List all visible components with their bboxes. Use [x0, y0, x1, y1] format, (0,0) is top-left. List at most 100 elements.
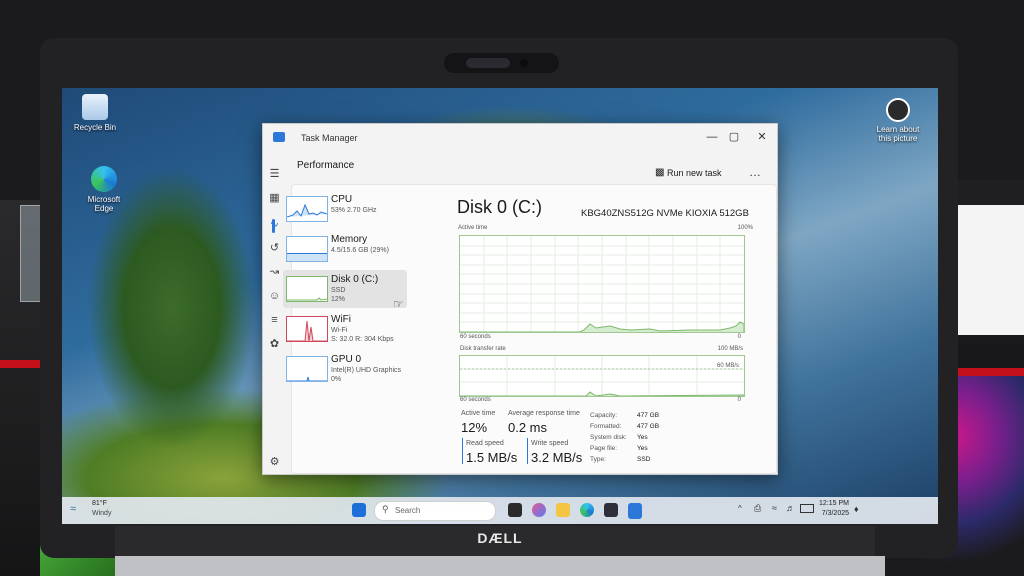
gpu-thumbnail-graph: [286, 356, 328, 382]
mouse-cursor: ☞: [393, 297, 404, 311]
resource-item-disk[interactable]: Disk 0 (C:) SSD 12%: [283, 270, 407, 308]
recycle-bin-icon: [82, 94, 108, 120]
properties-values: 477 GB 477 GB Yes Yes SSD: [637, 410, 659, 465]
resource-name: GPU 0: [331, 354, 362, 365]
webcam-shutter: [466, 58, 510, 68]
camera-icon: [886, 98, 910, 122]
stat-active-time-value: 12%: [461, 420, 488, 435]
edge-shortcut[interactable]: Microsoft Edge: [74, 166, 134, 213]
startup-apps-icon[interactable]: ↝: [268, 266, 281, 279]
recycle-bin-shortcut[interactable]: Recycle Bin: [65, 94, 125, 132]
wifi-icon[interactable]: ≈: [772, 503, 777, 513]
stat-read-value: 1.5 MB/s: [466, 450, 518, 465]
battery-icon[interactable]: [800, 504, 814, 513]
prop-value: 477 GB: [637, 412, 660, 419]
maximize-button[interactable]: ▢: [725, 129, 743, 145]
prop-value: 477 GB: [637, 423, 660, 430]
wifi-thumbnail-graph: [286, 316, 328, 342]
task-view-icon[interactable]: [508, 503, 522, 517]
minimize-button[interactable]: —: [703, 129, 721, 145]
resource-name: Disk 0 (C:): [331, 274, 379, 285]
nav-active-indicator: [272, 219, 275, 233]
volume-icon[interactable]: ♬: [786, 503, 795, 513]
write-speed-marker: [527, 438, 528, 464]
resource-name: CPU: [331, 194, 353, 205]
file-explorer-icon[interactable]: [556, 503, 570, 517]
resource-detail: 4.5/15.6 GB (29%): [331, 247, 389, 254]
store-icon[interactable]: [604, 503, 618, 517]
resource-detail: Wi-Fi: [331, 327, 348, 334]
active-graph-footer-right: 0: [737, 334, 741, 340]
search-placeholder: Search: [395, 506, 421, 515]
notification-bell-icon[interactable]: ♦: [854, 504, 859, 514]
resource-detail: 53% 2.70 GHz: [331, 207, 377, 214]
detail-title: Disk 0 (C:): [457, 197, 542, 217]
resource-name: WiFi: [331, 314, 351, 325]
close-button[interactable]: ✕: [753, 129, 771, 145]
users-icon[interactable]: ☺: [268, 290, 281, 303]
transfer-graph-footer-right: 0: [737, 397, 741, 403]
edge-taskbar-icon[interactable]: [580, 503, 594, 517]
details-icon[interactable]: ≡: [268, 314, 281, 327]
app-history-icon[interactable]: ↺: [268, 242, 281, 255]
dell-logo: DÆLL: [477, 530, 523, 546]
task-manager-app-icon: [273, 132, 285, 142]
resource-item-wifi[interactable]: WiFi Wi-Fi S: 32.0 R: 304 Kbps: [283, 310, 407, 348]
weather-temp[interactable]: 81°F: [92, 500, 107, 507]
window-title: Task Manager: [301, 133, 358, 143]
prop-key: Page file:: [590, 445, 618, 452]
prop-key: Type:: [590, 456, 606, 463]
taskbar-search[interactable]: ⚲ Search: [374, 501, 496, 521]
transfer-graph-footer-left: 60 seconds: [460, 397, 491, 403]
stat-read-label: Read speed: [466, 440, 504, 447]
read-speed-marker: [462, 438, 463, 464]
learn-label-line1: Learn about: [876, 125, 920, 134]
copilot-icon[interactable]: [532, 503, 546, 517]
prop-key: System disk:: [590, 434, 627, 441]
resource-detail-2: 0%: [331, 376, 342, 383]
transfer-graph-mid: 60 MB/s: [716, 363, 739, 369]
run-new-task-button[interactable]: Run new task: [667, 168, 722, 178]
clock-date[interactable]: 7/3/2025: [817, 510, 849, 517]
learn-label-line2: this picture: [878, 134, 918, 143]
disk-thumbnail-graph: [286, 276, 328, 302]
learn-about-picture-shortcut[interactable]: Learn about this picture: [868, 98, 928, 143]
printer-icon[interactable]: ⎙: [754, 503, 761, 514]
resource-detail: SSD: [331, 287, 346, 294]
search-icon: ⚲: [382, 504, 389, 514]
transfer-rate-graph: [459, 355, 745, 397]
prop-key: Formatted:: [590, 423, 622, 430]
resource-item-cpu[interactable]: CPU 53% 2.70 GHz: [283, 190, 407, 228]
processes-icon[interactable]: ▦: [268, 192, 281, 205]
resource-detail: Intel(R) UHD Graphics: [331, 367, 402, 374]
prop-value: Yes: [637, 445, 648, 452]
settings-gear-icon[interactable]: ⚙: [268, 456, 281, 469]
weather-desc[interactable]: Windy: [92, 510, 111, 517]
resource-item-gpu[interactable]: GPU 0 Intel(R) UHD Graphics 0%: [283, 350, 407, 388]
stat-write-label: Write speed: [531, 440, 569, 447]
title-bar[interactable]: Task Manager — ▢ ✕: [263, 124, 777, 150]
start-icon[interactable]: [352, 503, 366, 517]
transfer-graph-label: Disk transfer rate: [460, 346, 506, 352]
task-manager-window: Task Manager — ▢ ✕ ☰ ▦ ∿ ↺ ↝ ☺ ≡ ✿ ⚙ Per…: [262, 123, 778, 475]
active-time-graph: [459, 235, 745, 333]
prop-key: Capacity:: [590, 412, 618, 419]
recycle-bin-label: Recycle Bin: [73, 123, 117, 132]
page-title: Performance: [297, 160, 355, 171]
resource-item-memory[interactable]: Memory 4.5/15.6 GB (29%): [283, 230, 407, 268]
more-options-button[interactable]: …: [749, 165, 761, 179]
weather-icon[interactable]: ≈: [70, 503, 84, 515]
chevron-up-icon[interactable]: ^: [738, 504, 742, 513]
edge-label-line1: Microsoft: [87, 195, 121, 204]
taskbar: ≈ 81°F Windy ⚲ Search ^ ⎙ ≈ ♬ 12:15 PM 7…: [62, 497, 938, 524]
task-manager-taskbar-icon[interactable]: [628, 503, 642, 519]
cpu-thumbnail-graph: [286, 196, 328, 222]
stat-write-value: 3.2 MB/s: [531, 450, 583, 465]
services-icon[interactable]: ✿: [268, 338, 281, 351]
hamburger-menu-icon[interactable]: ☰: [268, 168, 281, 181]
run-task-icon: ▩: [655, 167, 665, 178]
resource-name: Memory: [331, 234, 368, 245]
stat-response-label: Average response time: [508, 410, 580, 417]
resource-detail-2: 12%: [331, 296, 346, 303]
clock-time[interactable]: 12:15 PM: [817, 500, 849, 507]
